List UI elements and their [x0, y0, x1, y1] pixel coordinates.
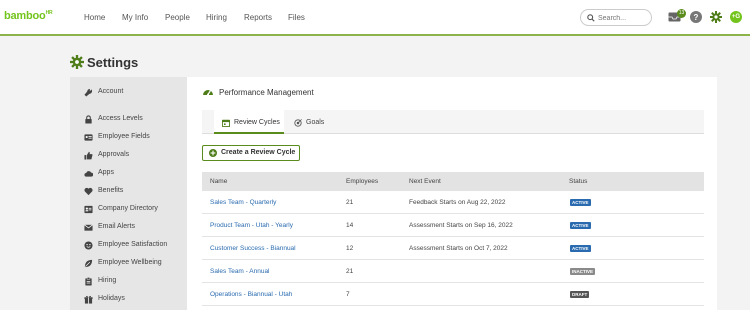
status-badge: ACTIVE — [570, 199, 591, 206]
employee-count: 21 — [346, 199, 354, 206]
sidebar-item-apps[interactable]: Apps — [84, 168, 184, 180]
leaf-icon — [84, 259, 93, 268]
sidebar-item-company-directory[interactable]: Company Directory — [84, 204, 184, 216]
review-cycle-name-link[interactable]: Sales Team - Annual — [210, 268, 270, 275]
search-icon — [587, 14, 595, 22]
create-review-cycle-label: Create a Review Cycle — [221, 149, 296, 156]
review-cycle-name-link[interactable]: Sales Team - Quarterly — [210, 199, 276, 206]
employee-count: 12 — [346, 245, 354, 252]
nav-people[interactable]: People — [165, 13, 190, 22]
review-cycle-name-link[interactable]: Customer Success - Biannual — [210, 245, 296, 252]
sidebar-item-label: Company Directory — [98, 205, 158, 212]
thumbs-up-icon — [84, 151, 93, 160]
tab-review-cycles[interactable]: Review Cycles — [214, 110, 284, 134]
sidebar-item-holidays[interactable]: Holidays — [84, 294, 184, 306]
plus-circle-icon — [209, 149, 217, 157]
sidebar-item-employee-satisfaction[interactable]: Employee Satisfaction — [84, 240, 184, 252]
sidebar-item-label: Approvals — [98, 151, 130, 158]
table-header: Name Employees Next Event Status — [202, 172, 704, 191]
nav-my-info[interactable]: My Info — [122, 13, 148, 22]
status-badge: ACTIVE — [570, 222, 591, 229]
employee-count: 21 — [346, 268, 354, 275]
table-row: Sales Team - Quarterly 21 Feedback Start… — [202, 191, 704, 214]
cloud-icon — [84, 171, 93, 177]
sidebar-item-email-alerts[interactable]: Email Alerts — [84, 222, 184, 234]
next-event: Assessment Starts on Sep 16, 2022 — [409, 222, 513, 229]
smile-icon — [84, 241, 93, 250]
nav-files[interactable]: Files — [288, 13, 305, 22]
gift-icon — [84, 295, 93, 304]
wrench-icon — [84, 88, 93, 97]
search-box[interactable] — [580, 9, 652, 26]
id-card-icon — [84, 134, 93, 141]
review-cycle-name-link[interactable]: Product Team - Utah - Yearly — [210, 222, 293, 229]
sidebar-item-label: Employee Satisfaction — [98, 241, 168, 248]
next-event: Assessment Starts on Oct 7, 2022 — [409, 245, 508, 252]
clipboard-icon — [85, 277, 92, 286]
goals-icon — [294, 119, 302, 127]
sidebar-item-label: Hiring — [98, 277, 117, 284]
employee-count: 7 — [346, 291, 350, 298]
logo[interactable]: bambooHR — [4, 10, 53, 22]
status-badge: DRAFT — [570, 291, 590, 298]
status-badge: INACTIVE — [570, 268, 596, 275]
envelope-icon — [84, 224, 93, 231]
page-title-text: Settings — [87, 55, 139, 70]
sidebar-item-label: Benefits — [98, 187, 124, 194]
sidebar-item-access-levels[interactable]: Access Levels — [84, 114, 184, 126]
sidebar-item-label: Access Levels — [98, 115, 143, 122]
help-icon[interactable]: ? — [690, 11, 702, 23]
tab-goals[interactable]: Goals — [286, 110, 330, 134]
create-review-cycle-button[interactable]: Create a Review Cycle — [202, 145, 300, 161]
sidebar-item-hiring[interactable]: Hiring — [84, 276, 184, 288]
settings-sidebar: Account Access Levels Employee Fields Ap… — [70, 77, 187, 310]
lock-icon — [85, 115, 92, 124]
heart-icon — [84, 187, 93, 196]
column-header-name[interactable]: Name — [210, 178, 227, 185]
nav-home[interactable]: Home — [84, 13, 105, 22]
sidebar-item-employee-fields[interactable]: Employee Fields — [84, 132, 184, 144]
sidebar-item-approvals[interactable]: Approvals — [84, 150, 184, 162]
nav-hiring[interactable]: Hiring — [206, 13, 227, 22]
top-nav: bambooHR Home My Info People Hiring Repo… — [0, 0, 750, 36]
logo-sup: HR — [45, 10, 53, 16]
next-event: Feedback Starts on Aug 22, 2022 — [409, 199, 506, 206]
review-cycle-name-link[interactable]: Operations - Biannual - Utah — [210, 291, 292, 298]
logo-text: bamboo — [4, 10, 46, 22]
address-book-icon — [84, 205, 93, 214]
tab-bar: Review Cycles Goals — [202, 110, 704, 134]
column-header-employees[interactable]: Employees — [346, 178, 378, 185]
status-badge: ACTIVE — [570, 245, 591, 252]
table-row: Operations - Biannual - Utah 7 DRAFT — [202, 283, 704, 306]
gear-icon[interactable] — [710, 11, 722, 23]
search-input[interactable] — [598, 12, 648, 24]
svg-text:?: ? — [694, 13, 699, 22]
sidebar-item-label: Account — [98, 88, 124, 95]
sidebar-item-label: Employee Fields — [98, 133, 150, 140]
table-row: Product Team - Utah - Yearly 14 Assessme… — [202, 214, 704, 237]
column-header-next-event[interactable]: Next Event — [409, 178, 441, 185]
section-title-text: Performance Management — [219, 88, 314, 97]
main-panel: Performance Management Review Cycles Goa… — [187, 77, 717, 310]
table-row: Sales Team - Annual 21 INACTIVE — [202, 260, 704, 283]
tab-label: Review Cycles — [234, 119, 280, 126]
sidebar-item-account[interactable]: Account — [84, 87, 184, 99]
gear-icon — [70, 55, 84, 69]
table-row: Customer Success - Biannual 12 Assessmen… — [202, 237, 704, 260]
tab-label: Goals — [306, 119, 325, 126]
sidebar-item-label: Employee Wellbeing — [98, 259, 162, 266]
sidebar-item-benefits[interactable]: Benefits — [84, 186, 184, 198]
sidebar-item-label: Apps — [98, 169, 114, 176]
employee-count: 14 — [346, 222, 354, 229]
inbox-count-badge: 13 — [677, 9, 686, 18]
sidebar-item-employee-wellbeing[interactable]: Employee Wellbeing — [84, 258, 184, 270]
avatar[interactable]: +G — [730, 11, 742, 23]
nav-reports[interactable]: Reports — [244, 13, 272, 22]
speedometer-icon — [203, 90, 213, 96]
sidebar-item-label: Email Alerts — [98, 223, 135, 230]
calendar-icon — [222, 119, 230, 127]
column-header-status[interactable]: Status — [569, 178, 587, 185]
sidebar-item-label: Holidays — [98, 295, 125, 302]
